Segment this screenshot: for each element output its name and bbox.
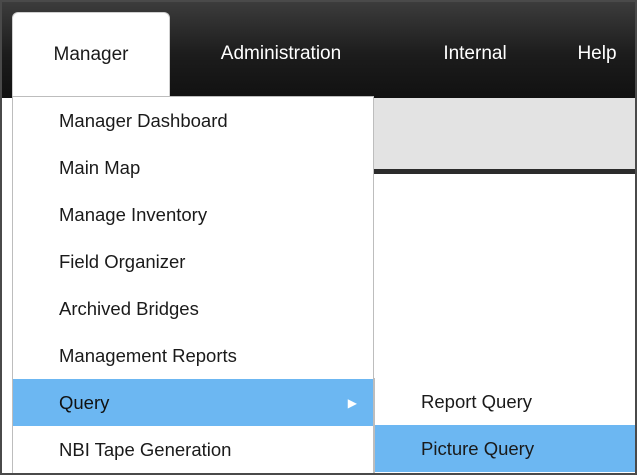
page-toolbar-band xyxy=(374,98,635,174)
menu-item-label: Main Map xyxy=(59,156,141,178)
menu-item-label: Archived Bridges xyxy=(59,297,199,319)
menu-item-label: Management Reports xyxy=(59,344,237,366)
tab-administration[interactable]: Administration xyxy=(186,12,376,96)
menu-item-label: Manage Inventory xyxy=(59,203,208,225)
chevron-right-icon: ▶ xyxy=(347,395,357,410)
menu-item-archived-bridges[interactable]: Archived Bridges xyxy=(13,285,373,332)
tab-help[interactable]: Help xyxy=(562,12,632,96)
app-window: Manager Administration Internal Help Man… xyxy=(0,0,637,475)
menu-item-manage-inventory[interactable]: Manage Inventory xyxy=(13,191,373,238)
tab-manager[interactable]: Manager xyxy=(12,12,170,96)
submenu-item-report-query[interactable]: Report Query xyxy=(375,378,635,425)
tab-internal[interactable]: Internal xyxy=(420,12,530,96)
manager-dropdown-menu: Manager Dashboard Main Map Manage Invent… xyxy=(12,96,374,473)
submenu-item-label: Report Query xyxy=(421,390,533,412)
submenu-item-label: Picture Query xyxy=(421,437,535,459)
query-submenu: Report Query Picture Query xyxy=(374,378,635,473)
menu-item-management-reports[interactable]: Management Reports xyxy=(13,332,373,379)
menu-item-label: Field Organizer xyxy=(59,250,186,272)
top-menubar: Manager Administration Internal Help xyxy=(2,2,635,98)
menu-item-manager-dashboard[interactable]: Manager Dashboard xyxy=(13,97,373,144)
menu-item-main-map[interactable]: Main Map xyxy=(13,144,373,191)
menu-item-query[interactable]: Query ▶ xyxy=(13,379,373,426)
menu-item-label: Query xyxy=(59,391,110,413)
menu-item-field-organizer[interactable]: Field Organizer xyxy=(13,238,373,285)
submenu-item-picture-query[interactable]: Picture Query xyxy=(375,425,635,472)
menu-item-label: NBI Tape Generation xyxy=(59,438,232,460)
menu-item-label: Manager Dashboard xyxy=(59,109,228,131)
menu-item-nbi-tape-generation[interactable]: NBI Tape Generation xyxy=(13,426,373,473)
